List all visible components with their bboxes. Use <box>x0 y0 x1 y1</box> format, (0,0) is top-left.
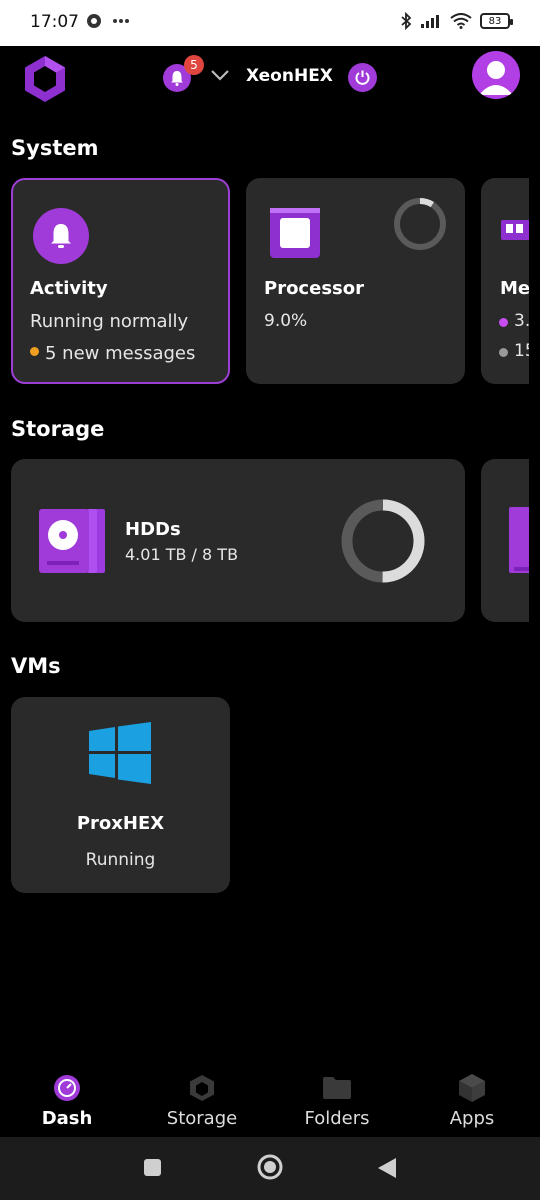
home-circle-icon[interactable] <box>257 1154 283 1180</box>
memory-line2: 15 <box>514 341 529 361</box>
processor-usage: 9.0% <box>264 311 308 331</box>
signal-icon <box>421 15 439 28</box>
nav-storage[interactable]: Storage <box>147 1073 257 1129</box>
vm-name: ProxHEX <box>76 813 165 834</box>
memory-icon <box>501 220 529 240</box>
processor-usage-ring <box>394 198 446 250</box>
vm-card[interactable]: ProxHEX Running <box>11 697 230 893</box>
ssd-icon <box>509 507 529 573</box>
avatar[interactable] <box>472 51 520 99</box>
back-triangle-icon[interactable] <box>377 1157 397 1179</box>
processor-icon <box>270 208 320 258</box>
hdds-usage: 4.01 TB / 8 TB <box>125 545 239 564</box>
vm-status: Running <box>85 850 156 870</box>
section-title-storage: Storage <box>11 417 105 441</box>
battery-icon: 83 <box>480 13 513 29</box>
nav-dash[interactable]: Dash <box>12 1073 122 1129</box>
memory-title: Me <box>500 278 529 299</box>
hexagon-icon <box>190 1075 214 1101</box>
app-logo-icon[interactable] <box>22 54 68 108</box>
nav-dash-label: Dash <box>41 1108 93 1129</box>
notifications-button[interactable]: 5 <box>163 55 204 92</box>
section-title-system: System <box>11 136 99 160</box>
processor-card[interactable]: Processor 9.0% <box>246 178 465 384</box>
more-dots-icon <box>113 19 129 23</box>
power-icon <box>355 70 370 85</box>
wifi-icon <box>450 13 472 29</box>
windows-icon <box>89 722 151 784</box>
memory-used-dot <box>499 318 508 327</box>
activity-bell-icon <box>33 208 89 264</box>
nav-folders[interactable]: Folders <box>282 1073 392 1129</box>
hdds-card[interactable]: HDDs 4.01 TB / 8 TB <box>11 459 465 622</box>
activity-card[interactable]: Activity Running normally 5 new messages <box>11 178 230 384</box>
activity-title: Activity <box>30 278 108 299</box>
memory-card[interactable]: Me 3. 15 <box>481 178 529 384</box>
storage-card-2[interactable] <box>481 459 529 622</box>
activity-messages: 5 new messages <box>45 343 196 364</box>
user-icon <box>479 61 513 95</box>
cube-icon <box>459 1074 485 1102</box>
folder-icon <box>323 1077 351 1099</box>
status-bar: 17:07 83 <box>0 0 540 46</box>
recents-square-icon[interactable] <box>143 1158 162 1177</box>
app-header: 5 XeonHEX <box>0 46 540 108</box>
section-title-vms: VMs <box>11 654 61 678</box>
notification-badge: 5 <box>184 55 204 75</box>
memory-free-dot <box>499 348 508 357</box>
processor-title: Processor <box>264 278 364 299</box>
status-time: 17:07 <box>30 12 79 32</box>
host-name[interactable]: XeonHEX <box>246 66 333 86</box>
chevron-down-icon[interactable] <box>210 68 230 82</box>
hdd-icon <box>39 509 105 573</box>
nav-storage-label: Storage <box>166 1108 238 1129</box>
memory-line1: 3. <box>514 311 529 331</box>
system-navigation-bar <box>0 1137 540 1200</box>
hdds-usage-ring <box>341 499 425 583</box>
bottom-navigation: Dash Storage Folders Apps <box>0 1065 540 1137</box>
bluetooth-icon <box>401 12 412 30</box>
battery-level: 83 <box>488 15 502 27</box>
messages-dot <box>30 347 39 356</box>
nav-folders-label: Folders <box>304 1108 370 1129</box>
bell-icon <box>171 71 183 86</box>
nav-apps-label: Apps <box>449 1108 495 1129</box>
dashboard-gauge-icon <box>54 1075 80 1101</box>
nav-apps[interactable]: Apps <box>417 1073 527 1129</box>
chrome-icon <box>87 14 101 28</box>
hdds-title: HDDs <box>125 519 181 540</box>
power-button[interactable] <box>348 63 377 92</box>
activity-status: Running normally <box>30 311 189 332</box>
